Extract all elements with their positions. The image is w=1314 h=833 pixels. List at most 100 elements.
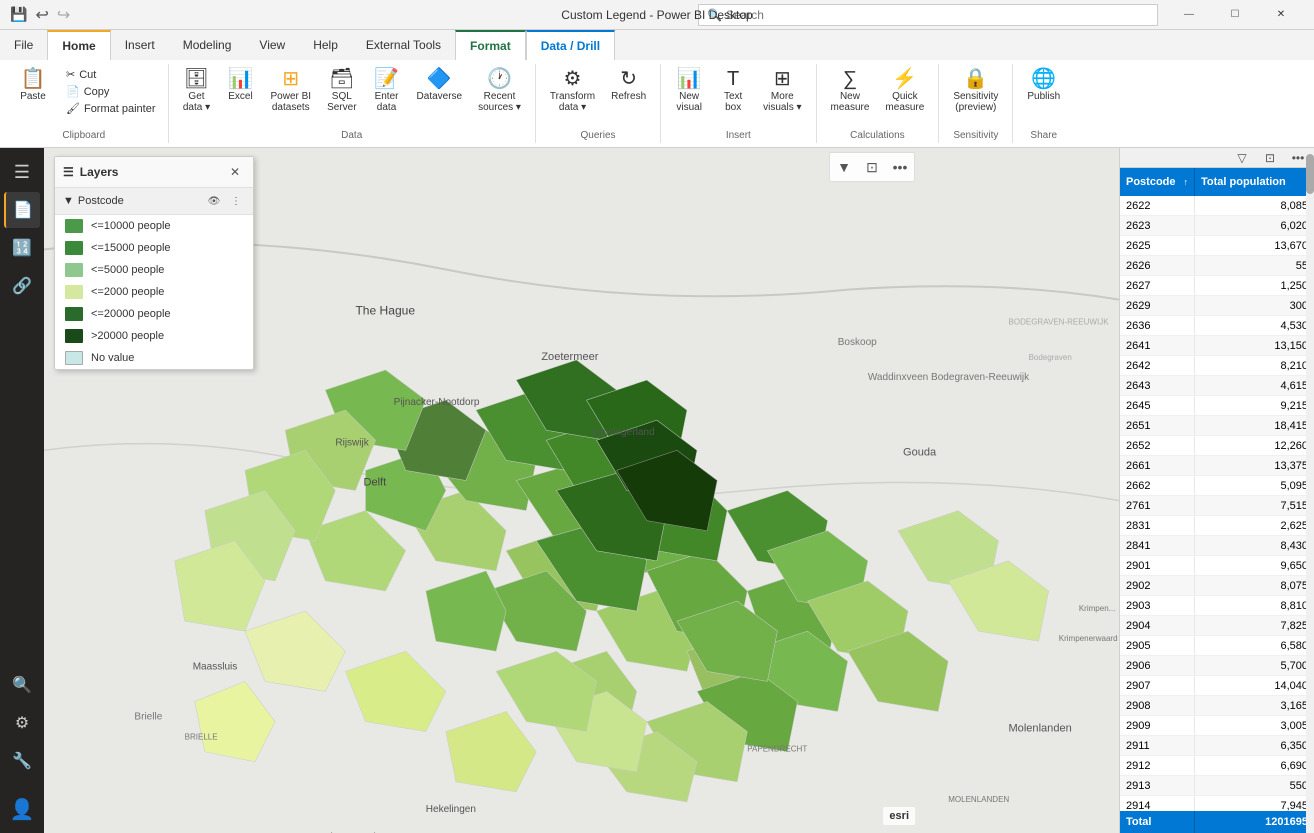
new-visual-button[interactable]: 📊 Newvisual (669, 66, 709, 116)
tab-format[interactable]: Format (455, 30, 526, 60)
format-painter-button[interactable]: 🖌 Format painter (62, 100, 160, 117)
transform-data-button[interactable]: ⚙ Transformdata ▾ (544, 66, 601, 116)
cell-postcode: 2629 (1120, 296, 1195, 315)
table-expand-btn[interactable]: ⊡ (1258, 148, 1282, 170)
excel-button[interactable]: 📊 Excel (221, 66, 261, 105)
table-row[interactable]: 2907 14,040 (1120, 676, 1314, 696)
table-row[interactable]: 2622 8,085 (1120, 196, 1314, 216)
panel-section-left: ▼ Postcode (63, 195, 124, 207)
more-visuals-icon: ⊞ (774, 69, 791, 89)
enter-data-button[interactable]: 📝 Enterdata (367, 66, 407, 116)
table-row[interactable]: 2662 5,095 (1120, 476, 1314, 496)
table-row[interactable]: 2902 8,075 (1120, 576, 1314, 596)
more-visuals-button[interactable]: ⊞ Morevisuals ▾ (757, 66, 807, 116)
tab-file[interactable]: File (0, 30, 47, 60)
tab-external-tools[interactable]: External Tools (352, 30, 455, 60)
header-postcode[interactable]: Postcode ↑ (1120, 168, 1195, 196)
table-row[interactable]: 2906 5,700 (1120, 656, 1314, 676)
table-row[interactable]: 2903 8,810 (1120, 596, 1314, 616)
search-bar[interactable]: 🔍 (698, 4, 1158, 26)
table-row[interactable]: 2661 13,375 (1120, 456, 1314, 476)
map-filter-btn[interactable]: ▼ (832, 155, 856, 179)
table-row[interactable]: 2841 8,430 (1120, 536, 1314, 556)
save-icon[interactable]: 💾 ↩ ↪ (10, 5, 70, 25)
cut-button[interactable]: ✂ Cut (62, 66, 160, 83)
sidebar-item-tools[interactable]: 🔧 (4, 743, 40, 779)
search-input[interactable] (726, 8, 1126, 22)
table-row[interactable]: 2629 300 (1120, 296, 1314, 316)
table-row[interactable]: 2761 7,515 (1120, 496, 1314, 516)
table-row[interactable]: 2643 4,615 (1120, 376, 1314, 396)
table-row[interactable]: 2623 6,020 (1120, 216, 1314, 236)
table-row[interactable]: 2642 8,210 (1120, 356, 1314, 376)
layers-close-btn[interactable]: ✕ (225, 162, 245, 182)
power-bi-datasets-button[interactable]: ⊞ Power BIdatasets (265, 66, 318, 116)
table-row[interactable]: 2905 6,580 (1120, 636, 1314, 656)
header-population[interactable]: Total population (1195, 168, 1314, 196)
recent-sources-button[interactable]: 🕐 Recentsources ▾ (472, 66, 527, 116)
queries-content: ⚙ Transformdata ▾ ↻ Refresh (544, 66, 652, 128)
table-row[interactable]: 2645 9,215 (1120, 396, 1314, 416)
table-row[interactable]: 2913 550 (1120, 776, 1314, 796)
tab-insert[interactable]: Insert (111, 30, 169, 60)
cell-population: 8,210 (1195, 356, 1314, 375)
section-more-btn[interactable]: ⋮ (227, 192, 245, 210)
map-more-btn[interactable]: ••• (888, 155, 912, 179)
table-row[interactable]: 2909 3,005 (1120, 716, 1314, 736)
table-row[interactable]: 2911 6,350 (1120, 736, 1314, 756)
table-row[interactable]: 2914 7,945 (1120, 796, 1314, 811)
quick-measure-button[interactable]: ⚡ Quickmeasure (879, 66, 930, 116)
tab-data-drill[interactable]: Data / Drill (526, 30, 615, 60)
table-row[interactable]: 2901 9,650 (1120, 556, 1314, 576)
tab-help[interactable]: Help (299, 30, 352, 60)
footer-label: Total (1120, 811, 1195, 833)
legend-items: <=10000 people <=15000 people <=5000 peo… (55, 215, 253, 369)
cell-postcode: 2661 (1120, 456, 1195, 475)
table-row[interactable]: 2652 12,260 (1120, 436, 1314, 456)
text-box-button[interactable]: T Textbox (713, 66, 753, 116)
table-row[interactable]: 2904 7,825 (1120, 616, 1314, 636)
sidebar-item-menu[interactable]: ☰ (4, 154, 40, 190)
sidebar-item-filter[interactable]: ⚙ (4, 705, 40, 741)
table-row[interactable]: 2831 2,625 (1120, 516, 1314, 536)
publish-button[interactable]: 🌐 Publish (1021, 66, 1066, 105)
sidebar-item-model[interactable]: 🔗 (4, 268, 40, 304)
paste-button[interactable]: 📋 Paste (8, 66, 58, 124)
sensitivity-button[interactable]: 🔒 Sensitivity(preview) (947, 66, 1004, 116)
close-btn[interactable]: ✕ (1258, 0, 1304, 30)
tab-home[interactable]: Home (47, 30, 110, 60)
dataverse-button[interactable]: 🔷 Dataverse (411, 66, 469, 105)
scrollbar-track[interactable] (1306, 148, 1314, 833)
table-row[interactable]: 2641 13,150 (1120, 336, 1314, 356)
tab-modeling[interactable]: Modeling (169, 30, 246, 60)
table-row[interactable]: 2912 6,690 (1120, 756, 1314, 776)
minimize-btn[interactable]: — (1166, 0, 1212, 30)
refresh-button[interactable]: ↻ Refresh (605, 66, 652, 105)
cell-postcode: 2622 (1120, 196, 1195, 215)
sql-server-button[interactable]: 🗃 SQLServer (321, 66, 362, 116)
get-data-button[interactable]: 🗄 Getdata ▾ (177, 66, 217, 116)
table-body[interactable]: 2622 8,085 2623 6,020 2625 13,670 2626 5… (1120, 196, 1314, 811)
tab-view[interactable]: View (245, 30, 299, 60)
layers-header-right: ✕ (225, 162, 245, 182)
map-focus-btn[interactable]: ⊡ (860, 155, 884, 179)
table-row[interactable]: 2626 55 (1120, 256, 1314, 276)
table-row[interactable]: 2636 4,530 (1120, 316, 1314, 336)
table-row[interactable]: 2627 1,250 (1120, 276, 1314, 296)
sidebar-item-search[interactable]: 🔍 (4, 667, 40, 703)
section-eye-btn[interactable]: 👁 (205, 192, 223, 210)
sidebar-item-data[interactable]: 🔢 (4, 230, 40, 266)
maximize-btn[interactable]: ☐ (1212, 0, 1258, 30)
map-area[interactable]: The Hague Zoetermeer Rijswijk Pijnacker-… (44, 148, 1119, 833)
table-filter-btn[interactable]: ▽ (1230, 148, 1254, 170)
table-row[interactable]: 2625 13,670 (1120, 236, 1314, 256)
legend-label-1: <=15000 people (91, 242, 171, 254)
scrollbar-thumb[interactable] (1306, 154, 1314, 194)
table-row[interactable]: 2651 18,415 (1120, 416, 1314, 436)
sidebar-item-report[interactable]: 📄 (4, 192, 40, 228)
copy-button[interactable]: 📄 Copy (62, 83, 160, 100)
sidebar-item-profile[interactable]: 👤 (4, 791, 40, 827)
table-row[interactable]: 2908 3,165 (1120, 696, 1314, 716)
ribbon-group-share: 🌐 Publish Share (1013, 64, 1074, 143)
new-measure-button[interactable]: ∑ Newmeasure (825, 66, 876, 116)
